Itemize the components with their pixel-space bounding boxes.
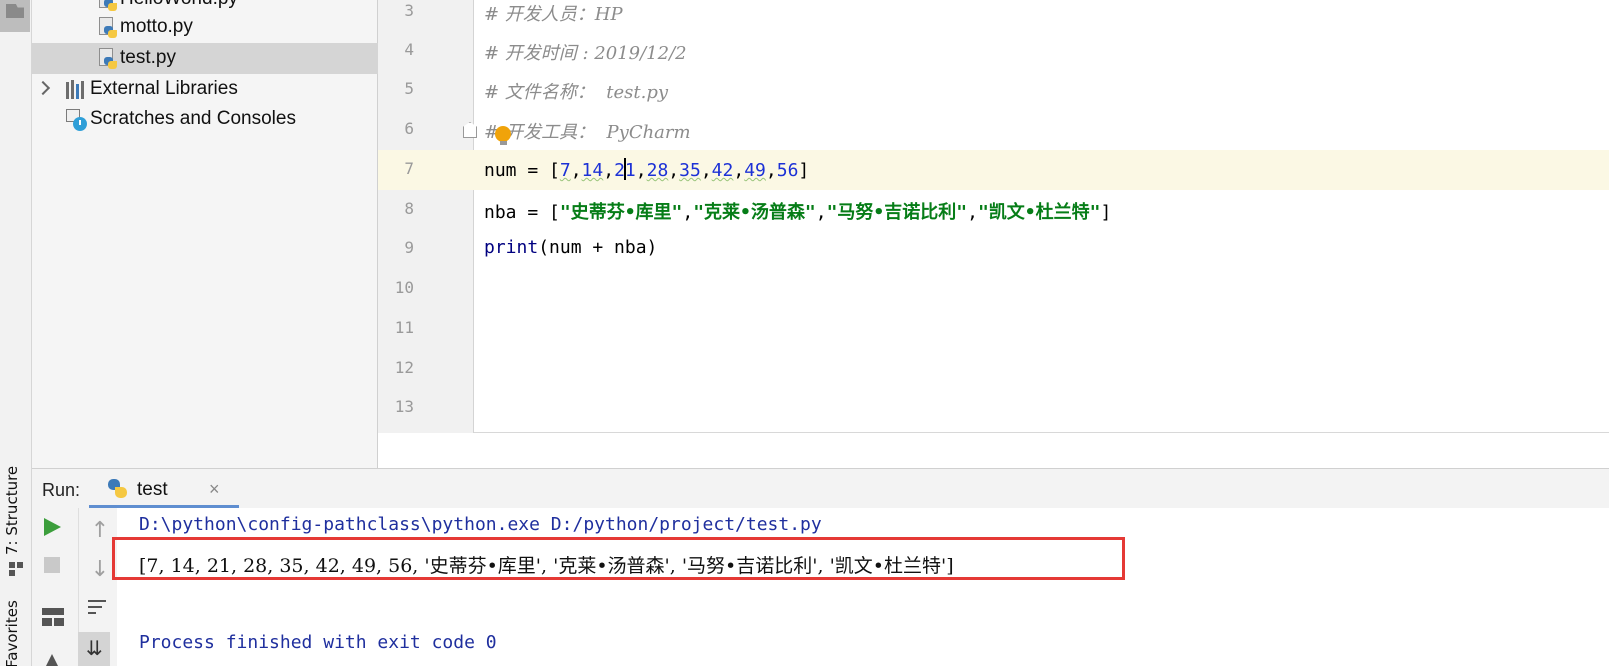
tree-item-label: motto.py bbox=[120, 16, 193, 37]
structure-icon bbox=[9, 562, 23, 576]
python-file-icon bbox=[98, 48, 118, 70]
code-editor[interactable]: 3 # 开发人员：HP 4 # 开发时间 : 2019/12/2 5 # 文件名… bbox=[378, 0, 1609, 433]
soft-wrap-icon[interactable] bbox=[86, 596, 108, 618]
tree-item-scratches[interactable]: Scratches and Consoles bbox=[32, 104, 378, 135]
run-tab-test[interactable]: test × bbox=[89, 469, 239, 509]
code-comment: # 文件名称： test.py bbox=[484, 82, 669, 103]
console-exit-message: Process finished with exit code 0 bbox=[139, 632, 497, 653]
tree-item-external-libraries[interactable]: External Libraries bbox=[32, 74, 378, 105]
left-tool-strip: 7: Structure Favorites bbox=[0, 0, 32, 666]
run-console[interactable]: D:\python\config-pathclass\python.exe D:… bbox=[117, 508, 1609, 666]
code-line[interactable]: 10 bbox=[378, 269, 1609, 309]
scroll-to-end-button[interactable]: ⇊ bbox=[78, 632, 110, 666]
code-comment: # 开发人员：HP bbox=[484, 4, 623, 25]
project-tree: HelloWorld.py motto.py test.py External … bbox=[32, 0, 378, 468]
scratches-icon bbox=[66, 109, 88, 131]
python-file-icon bbox=[98, 17, 118, 39]
line-number: 11 bbox=[394, 318, 414, 337]
run-tab-label: test bbox=[137, 479, 168, 500]
run-icon[interactable] bbox=[44, 518, 61, 536]
line-number: 8 bbox=[404, 199, 414, 218]
tree-item-test[interactable]: test.py bbox=[32, 43, 378, 74]
code-line-current[interactable]: 7 num = [7,14,21,28,35,42,49,56] bbox=[378, 150, 1609, 190]
code-line[interactable]: 3 # 开发人员：HP bbox=[378, 0, 1609, 32]
code-text: num = [7,14,21,28,35,42,49,56] bbox=[484, 158, 810, 181]
run-panel-header: Run: test × bbox=[32, 468, 1609, 509]
tree-item-label: test.py bbox=[120, 47, 176, 68]
tree-item-motto[interactable]: motto.py bbox=[32, 12, 378, 43]
code-line[interactable]: 11 bbox=[378, 309, 1609, 349]
code-line[interactable]: 9 print(num + nba) bbox=[378, 229, 1609, 269]
code-comment: # 开发时间 : 2019/12/2 bbox=[484, 43, 687, 64]
run-toolbar: ↑ ↓ ⇊ bbox=[32, 508, 117, 666]
line-number: 3 bbox=[404, 1, 414, 20]
chevron-right-icon[interactable] bbox=[35, 80, 51, 96]
tree-item-label: Scratches and Consoles bbox=[90, 108, 296, 129]
code-text: nba = ["史蒂芬•库里","克莱•汤普森","马努•吉诺比利","凯文•杜… bbox=[484, 202, 1112, 223]
code-line[interactable]: 4 # 开发时间 : 2019/12/2 bbox=[378, 31, 1609, 71]
code-line[interactable]: 5 # 文件名称： test.py bbox=[378, 70, 1609, 110]
lightbulb-icon[interactable] bbox=[495, 126, 511, 145]
line-number: 9 bbox=[404, 238, 414, 257]
pin-icon[interactable] bbox=[46, 654, 58, 666]
tree-item-label: External Libraries bbox=[90, 78, 238, 99]
output-highlight-box bbox=[112, 537, 1125, 580]
tree-item-label: HelloWorld.py bbox=[120, 0, 238, 10]
line-number: 13 bbox=[394, 397, 414, 416]
code-line[interactable]: 6 # 开发工具： PyCharm bbox=[378, 110, 1609, 150]
libraries-icon bbox=[66, 80, 88, 99]
line-number: 10 bbox=[394, 278, 414, 297]
console-command: D:\python\config-pathclass\python.exe D:… bbox=[139, 514, 822, 535]
up-arrow-icon[interactable]: ↑ bbox=[87, 518, 113, 544]
project-tool-button[interactable] bbox=[0, 0, 30, 32]
down-arrow-icon[interactable]: ↓ bbox=[87, 557, 113, 583]
code-line[interactable]: 12 bbox=[378, 349, 1609, 389]
line-number: 6 bbox=[404, 119, 414, 138]
code-text: print(num + nba) bbox=[484, 237, 658, 258]
line-number: 5 bbox=[404, 79, 414, 98]
close-icon[interactable]: × bbox=[209, 479, 220, 500]
line-number: 7 bbox=[404, 159, 414, 178]
layout-icon[interactable] bbox=[42, 608, 64, 626]
structure-tab[interactable]: 7: Structure bbox=[3, 466, 21, 555]
favorites-tab[interactable]: Favorites bbox=[3, 600, 21, 666]
python-file-icon bbox=[98, 0, 118, 12]
stop-icon[interactable] bbox=[44, 557, 60, 573]
line-number: 4 bbox=[404, 40, 414, 59]
scroll-to-end-icon: ⇊ bbox=[86, 636, 103, 660]
code-line[interactable]: 13 bbox=[378, 388, 1609, 428]
line-number: 12 bbox=[394, 358, 414, 377]
code-line[interactable]: 8 nba = ["史蒂芬•库里","克莱•汤普森","马努•吉诺比利","凯文… bbox=[378, 190, 1609, 230]
run-label: Run: bbox=[42, 480, 81, 500]
python-icon bbox=[107, 478, 129, 500]
code-comment: # 开发工具： PyCharm bbox=[484, 122, 691, 143]
folder-icon bbox=[6, 4, 24, 18]
